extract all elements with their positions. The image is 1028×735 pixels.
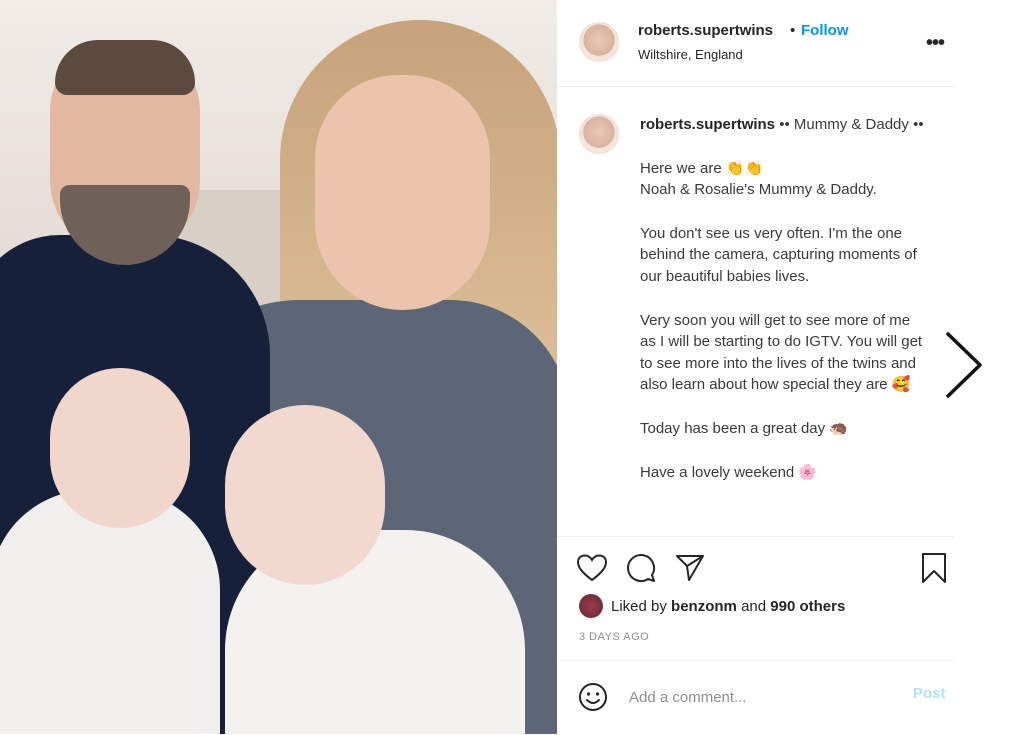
caption-paragraph-3: Very soon you will get to see more of me…: [640, 311, 923, 394]
caption-paragraph-4: Today has been a great day 🦔: [640, 419, 848, 437]
caption-paragraph-2: You don't see us very often. I'm the one…: [640, 224, 917, 285]
post-photo[interactable]: [0, 0, 557, 734]
likes-and: and: [741, 597, 767, 615]
caption-area[interactable]: roberts.supertwins •• Mummy & Daddy •• H…: [557, 87, 954, 535]
comment-input[interactable]: [627, 683, 891, 711]
caption-paragraph-5: Have a lovely weekend 🌸: [640, 463, 818, 481]
caption-line-2: Here we are 👏👏: [640, 159, 764, 177]
author-username[interactable]: roberts.supertwins: [638, 22, 773, 39]
caption-username[interactable]: roberts.supertwins: [640, 116, 775, 133]
likes-prefix: Liked by: [611, 597, 667, 615]
photo-baby-left-face: [50, 368, 190, 528]
post-location[interactable]: Wiltshire, England: [638, 47, 743, 62]
photo-mom-face: [315, 75, 490, 310]
post-details-panel: roberts.supertwins • Follow Wiltshire, E…: [557, 0, 954, 734]
follow-button[interactable]: Follow: [801, 22, 849, 39]
next-post-chevron-icon[interactable]: [938, 330, 988, 400]
likes-summary[interactable]: Liked by benzonm and 990 others: [579, 593, 845, 619]
photo-baby-right-face: [225, 405, 385, 585]
comment-bar: Post: [557, 660, 954, 735]
post-header: roberts.supertwins • Follow Wiltshire, E…: [557, 0, 954, 87]
author-avatar[interactable]: [579, 22, 619, 62]
emoji-icon[interactable]: [577, 681, 609, 713]
more-options-icon[interactable]: •••: [926, 32, 945, 55]
share-icon[interactable]: [673, 551, 707, 585]
post-comment-button[interactable]: Post: [913, 685, 946, 702]
comment-icon[interactable]: [624, 551, 658, 585]
caption-line-3: Noah & Rosalie's Mummy & Daddy.: [640, 181, 877, 199]
bookmark-icon[interactable]: [917, 551, 951, 585]
separator-dot: •: [790, 22, 796, 39]
post-timestamp[interactable]: 3 DAYS AGO: [579, 631, 649, 643]
action-bar: [557, 536, 954, 601]
caption-line-1: •• Mummy & Daddy ••: [779, 116, 924, 133]
photo-dad-hair: [55, 40, 195, 95]
caption-text: roberts.supertwins •• Mummy & Daddy •• H…: [640, 114, 930, 483]
liker-avatar: [579, 594, 603, 618]
likes-others-count[interactable]: 990 others: [770, 598, 845, 615]
heart-icon[interactable]: [575, 551, 609, 585]
caption-author-avatar[interactable]: [579, 114, 619, 154]
liker-username[interactable]: benzonm: [671, 598, 737, 615]
